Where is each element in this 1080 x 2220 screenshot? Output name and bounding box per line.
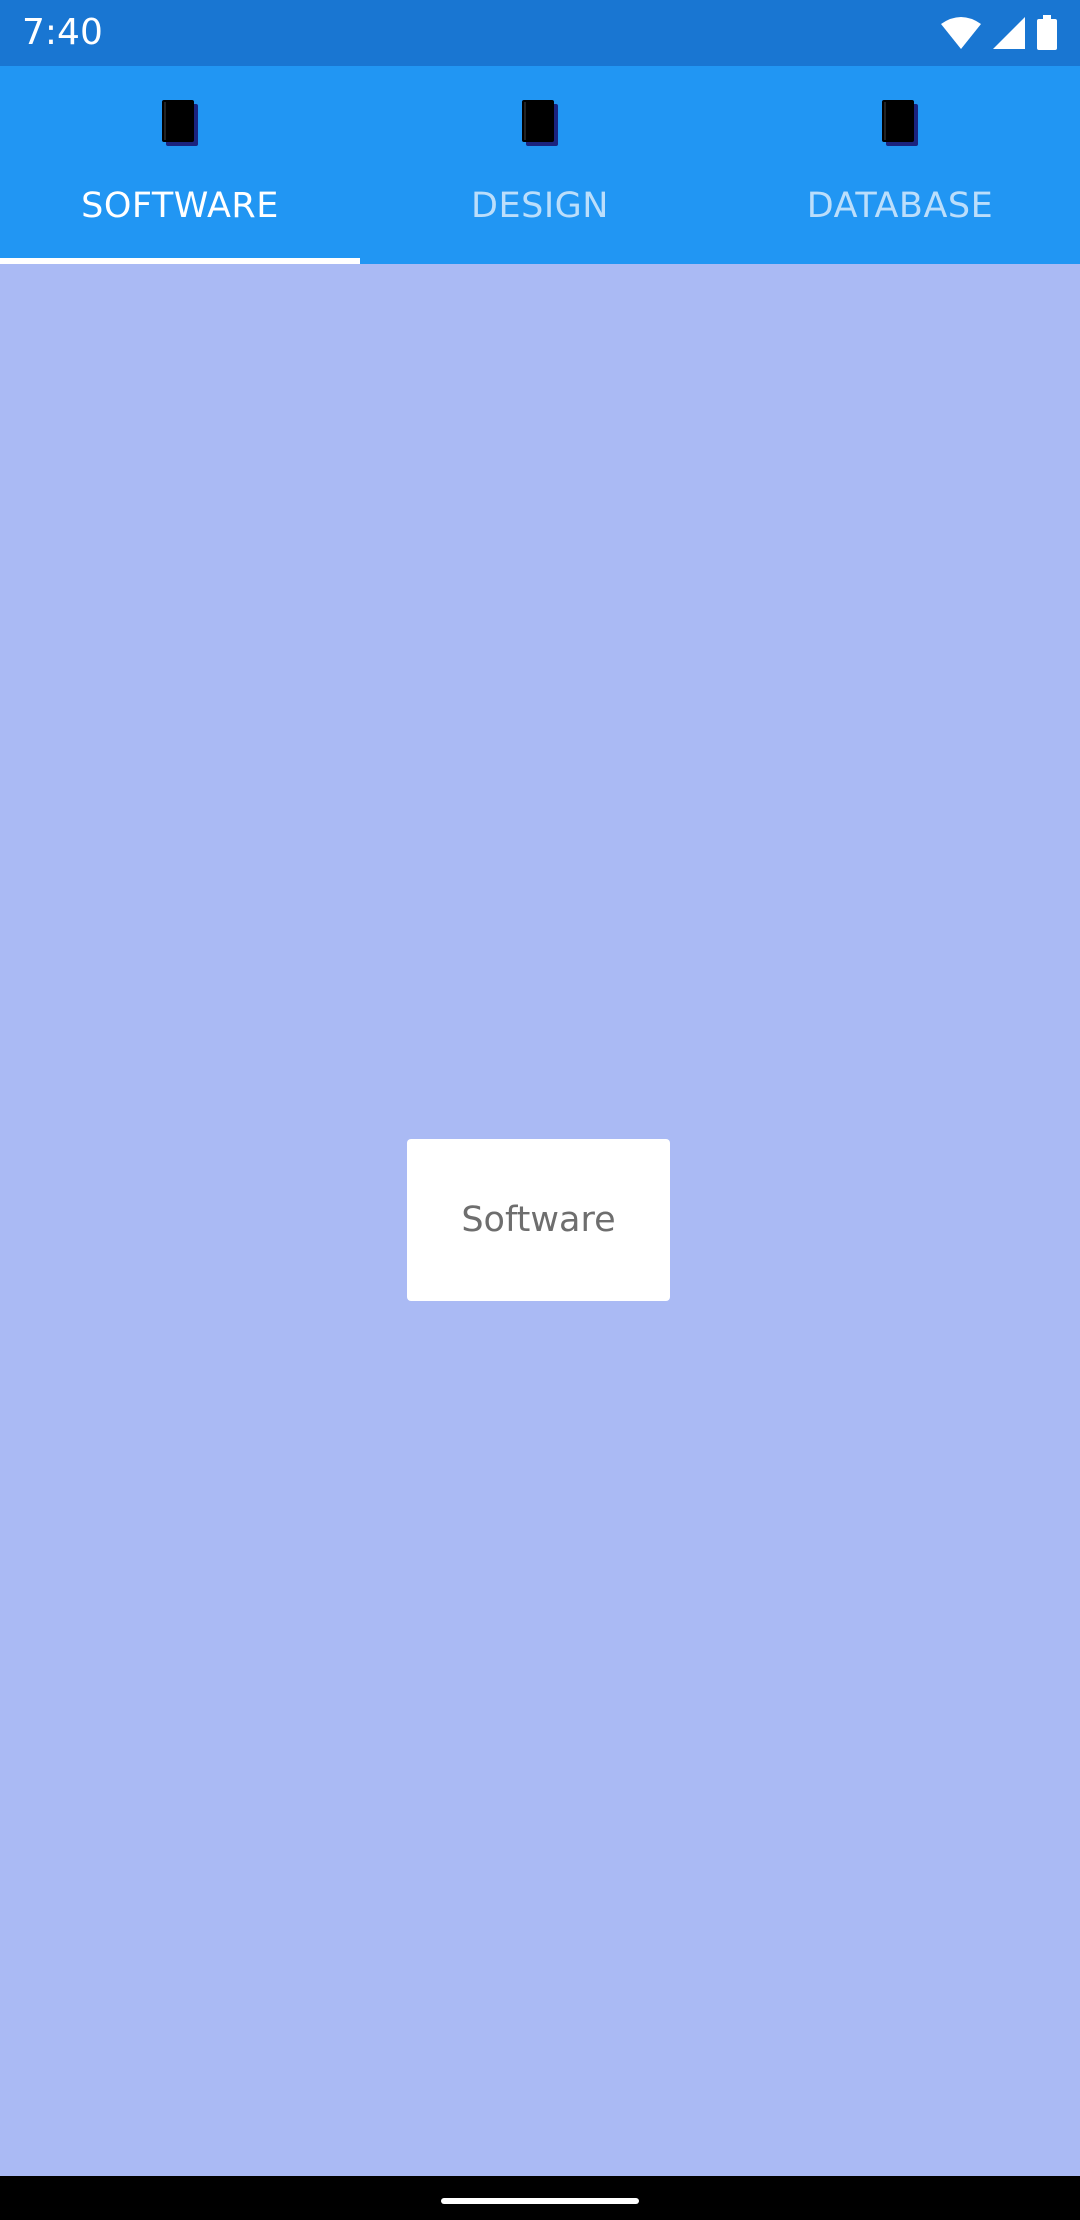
navigation-bar xyxy=(0,2176,1080,2220)
tab-design[interactable]: DESIGN xyxy=(360,66,720,264)
status-icons xyxy=(940,14,1058,52)
home-gesture-handle[interactable] xyxy=(441,2198,639,2204)
tab-content-area: Software xyxy=(0,264,1080,2176)
tab-software[interactable]: SOFTWARE xyxy=(0,66,360,264)
book-icon xyxy=(882,100,918,146)
signal-icon xyxy=(993,17,1025,49)
tab-label: DATABASE xyxy=(806,186,994,226)
tab-bar: SOFTWARE DESIGN DATABASE xyxy=(0,66,1080,264)
content-card-text: Software xyxy=(461,1200,616,1240)
book-icon xyxy=(522,100,558,146)
status-time: 7:40 xyxy=(22,12,103,53)
book-icon xyxy=(162,100,198,146)
tab-database[interactable]: DATABASE xyxy=(720,66,1080,264)
wifi-icon xyxy=(941,17,981,49)
content-card: Software xyxy=(407,1139,670,1301)
battery-icon xyxy=(1037,15,1057,50)
status-bar: 7:40 xyxy=(0,0,1080,66)
tab-label: SOFTWARE xyxy=(81,186,279,226)
tab-label: DESIGN xyxy=(471,186,609,226)
app-screen: 7:40 SOFTWARE DESIGN DATABASE Software xyxy=(0,0,1080,2220)
